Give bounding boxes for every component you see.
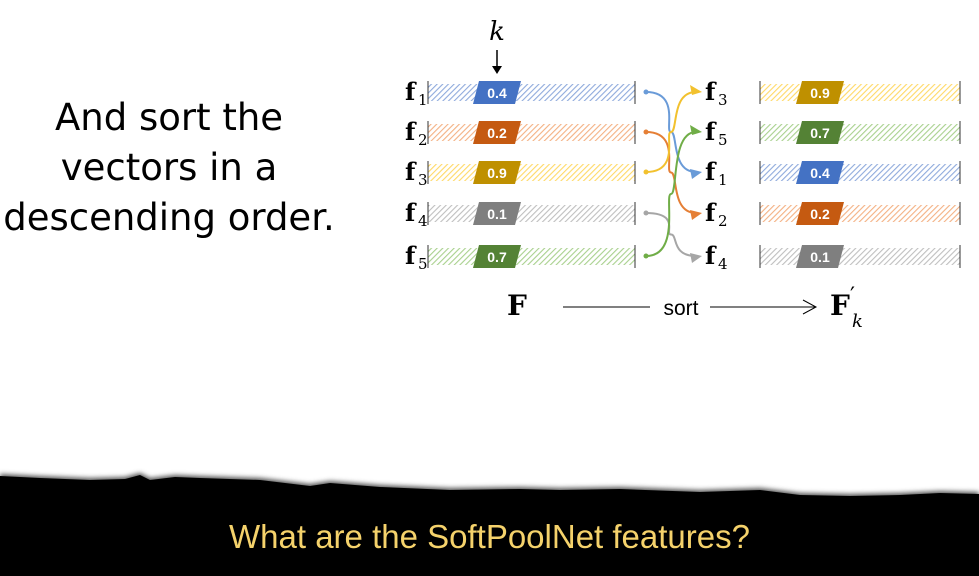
mapping-arrow-head <box>690 253 702 263</box>
vector-label: f <box>405 117 417 146</box>
vector-label: f <box>405 241 417 270</box>
mapping-arrow-head <box>690 125 702 135</box>
vector-index: 5 <box>718 131 728 149</box>
feature-vector-bar <box>760 124 960 141</box>
input-vector-row: f 1 0.4 <box>405 77 636 109</box>
feature-vector-bar <box>760 84 960 101</box>
output-subscript: k <box>852 311 863 332</box>
input-vector-row: f 3 0.9 <box>405 157 636 189</box>
vector-label: f <box>705 241 717 270</box>
vector-label: f <box>705 198 717 227</box>
mapping-arrow <box>645 131 697 214</box>
input-vector-row: f 2 0.2 <box>405 117 636 149</box>
sorted-vector-row: f 4 0.1 <box>705 241 961 273</box>
vector-label: f <box>405 198 417 227</box>
k-th-value: 0.4 <box>487 85 507 101</box>
feature-vector-bar <box>760 248 960 265</box>
input-vectors: f 1 0.4f 2 0.2f 3 0.9f 4 0.1f 5 0.7 <box>405 77 636 273</box>
mapping-arrow-head <box>690 210 702 220</box>
output-matrix-label: F <box>830 289 850 322</box>
sort-diagram: k f 1 0.4f 2 0.2f 3 0.9f 4 0.1f 5 0.7 f 3 0.9f 5 0.7f 1… <box>405 17 961 332</box>
vector-index: 1 <box>418 91 428 109</box>
input-vector-row: f 4 0.1 <box>405 198 636 230</box>
mapping-arrow-head <box>690 85 702 95</box>
sorted-vector-row: f 3 0.9 <box>705 77 961 109</box>
vector-index: 1 <box>718 171 728 189</box>
feature-vector-bar <box>760 164 960 181</box>
mapping-arrow <box>645 212 697 257</box>
k-th-value: 0.9 <box>810 85 830 101</box>
input-matrix-label: F <box>507 289 527 322</box>
mapping-arrow <box>645 131 697 257</box>
vector-label: f <box>705 157 717 186</box>
sort-label: sort <box>663 297 698 320</box>
k-label: k <box>489 17 505 47</box>
feature-vector-bar <box>428 124 635 141</box>
feature-vector-bar <box>428 205 635 222</box>
mapping-arrow-head <box>690 169 702 179</box>
k-arrow-head <box>492 66 502 74</box>
vector-label: f <box>705 117 717 146</box>
sorted-vector-row: f 1 0.4 <box>705 157 961 189</box>
footer-title: What are the SoftPoolNet features? <box>229 518 750 555</box>
vector-label: f <box>405 77 417 106</box>
vector-index: 2 <box>718 212 728 230</box>
k-th-value: 0.1 <box>487 206 507 222</box>
k-th-value: 0.1 <box>810 249 830 265</box>
vector-index: 3 <box>718 91 728 109</box>
sort-mapping-arrows <box>643 85 702 263</box>
sorted-vectors: f 3 0.9f 5 0.7f 1 0.4f 2 0.2f 4 0.1 <box>705 77 961 273</box>
vector-index: 4 <box>718 255 728 273</box>
k-th-value: 0.2 <box>487 125 507 141</box>
feature-vector-bar <box>428 248 635 265</box>
k-th-value: 0.7 <box>487 249 507 265</box>
feature-vector-bar <box>428 164 635 181</box>
vector-index: 3 <box>418 171 428 189</box>
vector-index: 5 <box>418 255 428 273</box>
k-th-value: 0.9 <box>487 165 507 181</box>
vector-label: f <box>705 77 717 106</box>
k-th-value: 0.4 <box>810 165 830 181</box>
feature-vector-bar <box>760 205 960 222</box>
output-prime-mark: ′ <box>850 284 855 309</box>
sorted-vector-row: f 2 0.2 <box>705 198 961 230</box>
feature-vector-bar <box>428 84 635 101</box>
sorted-vector-row: f 5 0.7 <box>705 117 961 149</box>
input-vector-row: f 5 0.7 <box>405 241 636 273</box>
k-th-value: 0.7 <box>810 125 830 141</box>
vector-label: f <box>405 157 417 186</box>
vector-index: 4 <box>418 212 428 230</box>
k-th-value: 0.2 <box>810 206 830 222</box>
vector-index: 2 <box>418 131 428 149</box>
